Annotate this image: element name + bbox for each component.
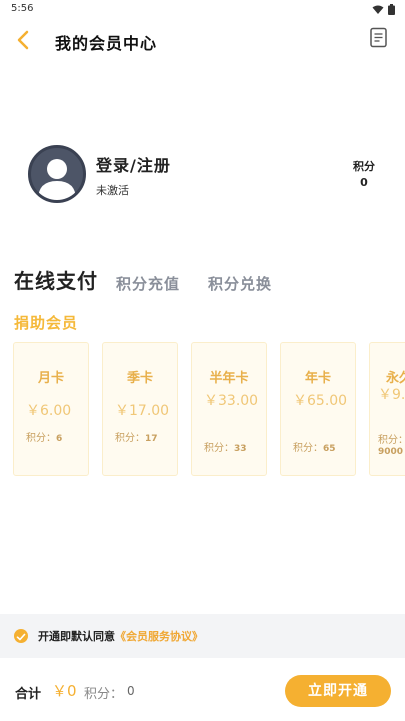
battery-icon — [388, 4, 395, 15]
plan-points-value: 9000 — [378, 447, 404, 457]
header: 我的会员中心 — [0, 22, 405, 58]
plan-name: 月卡 — [37, 371, 64, 386]
total-points-value: 0 — [127, 684, 135, 698]
page-title: 我的会员中心 — [55, 34, 158, 53]
total-label: 合计 — [15, 687, 42, 702]
points-summary: 积分 0 — [345, 158, 383, 189]
total-price: ￥0 — [52, 682, 77, 700]
document-button[interactable] — [369, 27, 391, 53]
open-membership-button[interactable]: 立即开通 — [285, 675, 391, 707]
plan-points: 积分：65 — [293, 439, 336, 454]
payment-tabs: 在线支付 积分充值 积分兑换 — [14, 264, 300, 296]
agreement-checkbox[interactable] — [14, 629, 28, 643]
total-points-label: 积分： — [84, 687, 124, 702]
profile-section: 登录/注册 未激活 积分 0 — [0, 142, 405, 206]
plan-price: ￥33.00 — [204, 393, 259, 409]
plan-points-value: 17 — [145, 434, 158, 444]
tab-points-recharge[interactable]: 积分充值 — [116, 273, 180, 296]
plan-name: 年卡 — [304, 371, 331, 386]
plan-points-value: 6 — [56, 434, 63, 444]
section-title: 捐助会员 — [14, 314, 79, 332]
plan-name: 季卡 — [126, 371, 153, 386]
plan-price: ￥6.00 — [26, 403, 72, 419]
back-button[interactable] — [12, 27, 34, 53]
plan-points-value: 65 — [323, 444, 336, 454]
service-agreement-link[interactable]: 《会员服务协议》 — [115, 630, 203, 643]
login-register-link[interactable]: 登录/注册 — [96, 152, 171, 176]
check-icon — [16, 633, 26, 641]
chevron-left-icon — [17, 30, 29, 50]
status-time: 5:56 — [11, 3, 34, 14]
plan-price: ￥65.00 — [293, 393, 348, 409]
checkout-footer: 合计 ￥0 积分： 0 立即开通 — [0, 662, 405, 721]
points-value: 0 — [360, 176, 368, 189]
document-icon — [370, 27, 387, 48]
plan-card-monthly[interactable]: 月卡 ￥6.00 积分：6 — [13, 342, 89, 476]
agreement-bar: 开通即默认同意《会员服务协议》 — [0, 614, 405, 658]
plan-card-permanent[interactable]: 永久 ￥9.00 积分：9000 — [369, 342, 405, 476]
wifi-icon — [372, 5, 384, 14]
plan-name: 永久 — [386, 371, 405, 386]
plan-points-label: 积分： — [26, 433, 56, 444]
plan-points: 积分： 9000 — [378, 431, 405, 457]
plan-price: ￥17.00 — [115, 403, 170, 419]
plan-points-label: 积分： — [115, 433, 145, 444]
plan-card-quarterly[interactable]: 季卡 ￥17.00 积分：17 — [102, 342, 178, 476]
membership-status: 未激活 — [96, 184, 129, 197]
user-icon — [38, 159, 76, 200]
plan-card-half-year[interactable]: 半年卡 ￥33.00 积分：33 — [191, 342, 267, 476]
plan-points-label: 积分： — [204, 443, 234, 454]
avatar[interactable] — [28, 145, 86, 203]
plan-price: ￥9.00 — [378, 387, 405, 403]
agreement-prefix: 开通即默认同意 — [38, 630, 115, 643]
agreement-text: 开通即默认同意《会员服务协议》 — [38, 628, 203, 644]
points-label: 积分 — [353, 160, 375, 173]
plan-points: 积分：6 — [26, 429, 62, 444]
plan-cards: 月卡 ￥6.00 积分：6 季卡 ￥17.00 积分：17 半年卡 ￥33.00… — [13, 342, 405, 476]
plan-points: 积分：17 — [115, 429, 158, 444]
tab-online-payment[interactable]: 在线支付 — [14, 265, 98, 296]
status-bar: 5:56 — [0, 0, 405, 20]
plan-card-yearly[interactable]: 年卡 ￥65.00 积分：65 — [280, 342, 356, 476]
plan-points-label: 积分： — [293, 443, 323, 454]
plan-points-value: 33 — [234, 444, 247, 454]
plan-points-label: 积分： — [378, 435, 405, 446]
tab-points-exchange[interactable]: 积分兑换 — [208, 273, 272, 296]
status-icons — [372, 4, 395, 15]
plan-points: 积分：33 — [204, 439, 247, 454]
plan-name: 半年卡 — [209, 371, 249, 386]
